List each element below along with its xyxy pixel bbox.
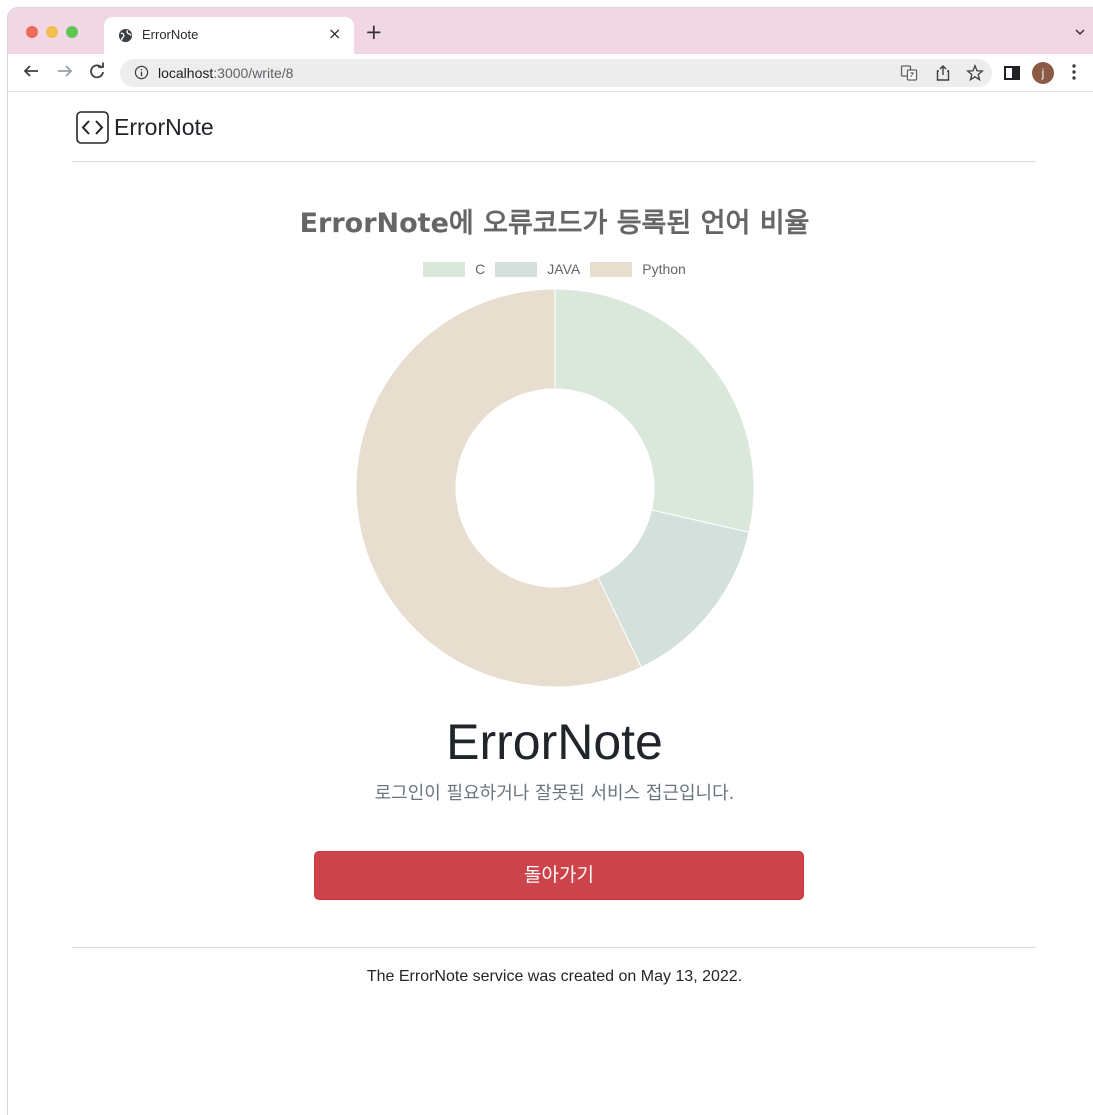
legend-label: C (475, 261, 486, 277)
footer-text: The ErrorNote service was created on May… (366, 968, 743, 985)
legend-swatch (423, 261, 466, 277)
slice-c[interactable] (554, 288, 755, 533)
chart-title: ErrorNote에 오류코드가 등록된 언어 비율 (299, 208, 810, 239)
browser-toolbar: localhost:3000/write/8 j (8, 54, 1093, 92)
forward-arrow-icon[interactable] (56, 62, 74, 80)
code-brackets-icon (76, 111, 109, 144)
browser-window: ErrorNote × + localhost:3000/write/8 j E… (8, 8, 1093, 1115)
share-icon[interactable] (934, 64, 952, 82)
url-text[interactable]: localhost:3000/write/8 (158, 65, 293, 81)
maximize-window-button[interactable] (66, 26, 78, 38)
address-bar[interactable]: localhost:3000/write/8 (120, 59, 992, 87)
legend-label: Python (642, 261, 686, 277)
legend-swatch (590, 261, 633, 277)
back-arrow-icon[interactable] (22, 62, 40, 80)
tab-title: ErrorNote (142, 27, 199, 42)
translate-icon[interactable] (900, 64, 918, 82)
minimize-window-button[interactable] (46, 26, 58, 38)
profile-avatar[interactable]: j (1032, 62, 1054, 84)
legend-item-c[interactable]: C (423, 261, 485, 277)
new-tab-button[interactable]: + (365, 22, 383, 43)
close-tab-icon[interactable]: × (328, 24, 341, 43)
page-heading: ErrorNote (446, 714, 663, 770)
legend-item-python[interactable]: Python (590, 261, 686, 277)
legend-label: JAVA (547, 261, 581, 277)
bookmark-star-icon[interactable] (966, 64, 984, 82)
reload-icon[interactable] (88, 62, 106, 80)
header-divider (72, 161, 1036, 162)
page-content: ErrorNote ErrorNote에 오류코드가 등록된 언어 비율 C JA… (8, 93, 1093, 1115)
legend-swatch (495, 261, 538, 277)
legend-item-java[interactable]: JAVA (495, 261, 580, 277)
chevron-down-icon[interactable] (1075, 27, 1085, 37)
back-button[interactable]: 돌아가기 (314, 851, 804, 900)
language-doughnut-chart[interactable] (355, 288, 755, 688)
brand-name: ErrorNote (114, 114, 214, 140)
tab-errornote[interactable]: ErrorNote × (104, 17, 354, 54)
globe-icon (118, 28, 133, 43)
side-panel-icon[interactable] (1002, 63, 1022, 83)
tab-strip: ErrorNote × + (8, 8, 1093, 54)
info-icon[interactable] (134, 65, 149, 80)
more-menu-icon[interactable] (1071, 62, 1077, 82)
chart-legend: C JAVA Python (8, 261, 1093, 277)
error-message: 로그인이 필요하거나 잘못된 서비스 접근입니다. (374, 783, 735, 804)
footer-divider (72, 947, 1036, 948)
close-window-button[interactable] (26, 26, 38, 38)
